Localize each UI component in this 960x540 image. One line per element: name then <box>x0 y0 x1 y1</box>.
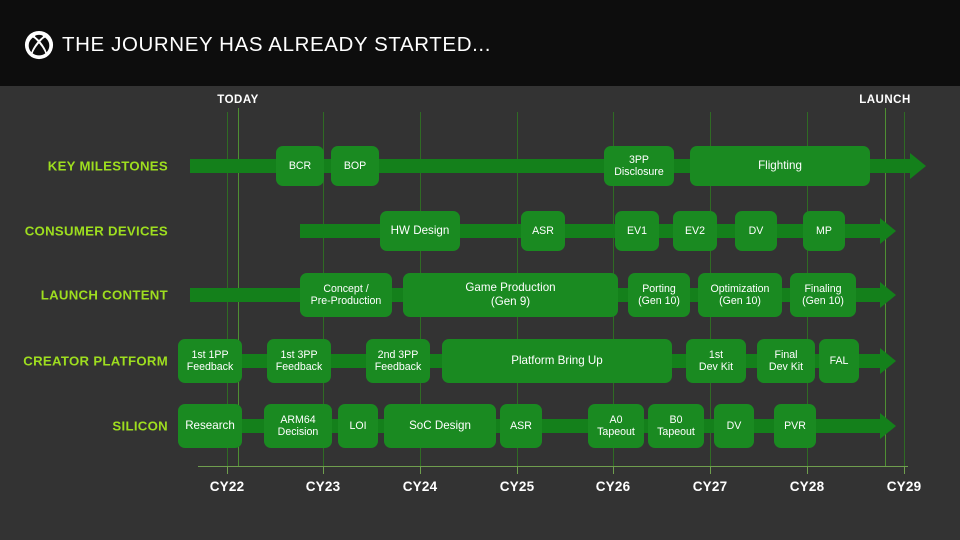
task-bop[interactable]: BOP <box>331 146 379 186</box>
task-ev1[interactable]: EV1 <box>615 211 659 251</box>
task-porting-gen10[interactable]: Porting (Gen 10) <box>628 273 690 317</box>
task-first-1pp-feedback[interactable]: 1st 1PP Feedback <box>178 339 242 383</box>
slide-root: THE JOURNEY HAS ALREADY STARTED... TODAY… <box>0 0 960 540</box>
task-ev2[interactable]: EV2 <box>673 211 717 251</box>
axis-tick-cy25 <box>517 466 518 474</box>
task-3pp-disclosure[interactable]: 3PP Disclosure <box>604 146 674 186</box>
axis-label-cy29: CY29 <box>886 479 922 494</box>
axis-tick-cy23 <box>323 466 324 474</box>
axis-label-cy24: CY24 <box>402 479 438 494</box>
row-label-launch-content: LAUNCH CONTENT <box>40 287 168 303</box>
task-concept-pre-production[interactable]: Concept / Pre-Production <box>300 273 392 317</box>
axis-label-cy25: CY25 <box>499 479 535 494</box>
arrow-head-key-milestones <box>910 153 926 179</box>
axis-tick-cy28 <box>807 466 808 474</box>
row-label-creator-platform: CREATOR PLATFORM <box>23 353 168 369</box>
marker-label-today: TODAY <box>217 94 259 106</box>
task-research[interactable]: Research <box>178 404 242 448</box>
task-final-dev-kit[interactable]: Final Dev Kit <box>757 339 815 383</box>
task-game-production-gen9[interactable]: Game Production (Gen 9) <box>403 273 618 317</box>
arrow-head-consumer-devices <box>880 218 896 244</box>
task-finaling-gen10[interactable]: Finaling (Gen 10) <box>790 273 856 317</box>
axis-tick-cy27 <box>710 466 711 474</box>
task-platform-bring-up[interactable]: Platform Bring Up <box>442 339 672 383</box>
axis-label-cy22: CY22 <box>209 479 245 494</box>
row-label-silicon: SILICON <box>112 418 168 434</box>
arrow-head-creator-platform <box>880 348 896 374</box>
task-dv-silicon[interactable]: DV <box>714 404 754 448</box>
row-label-key-milestones: KEY MILESTONES <box>47 158 168 174</box>
task-a0-tapeout[interactable]: A0 Tapeout <box>588 404 644 448</box>
task-hw-design[interactable]: HW Design <box>380 211 460 251</box>
task-pvr[interactable]: PVR <box>774 404 816 448</box>
task-second-3pp-feedback[interactable]: 2nd 3PP Feedback <box>366 339 430 383</box>
axis-baseline <box>198 466 908 467</box>
task-first-3pp-feedback[interactable]: 1st 3PP Feedback <box>267 339 331 383</box>
task-loi[interactable]: LOI <box>338 404 378 448</box>
task-dv-consumer[interactable]: DV <box>735 211 777 251</box>
task-fal[interactable]: FAL <box>819 339 859 383</box>
arrow-head-silicon <box>880 413 896 439</box>
task-soc-design[interactable]: SoC Design <box>384 404 496 448</box>
arrow-head-launch-content <box>880 282 896 308</box>
axis-label-cy26: CY26 <box>595 479 631 494</box>
axis-tick-cy22 <box>227 466 228 474</box>
axis-label-cy23: CY23 <box>305 479 341 494</box>
task-asr-silicon[interactable]: ASR <box>500 404 542 448</box>
timeline-panel: TODAY LAUNCH CY22 CY23 CY24 CY25 CY26 CY27 CY28 C… <box>0 86 960 540</box>
task-first-dev-kit[interactable]: 1st Dev Kit <box>686 339 746 383</box>
task-arm64-decision[interactable]: ARM64 Decision <box>264 404 332 448</box>
task-b0-tapeout[interactable]: B0 Tapeout <box>648 404 704 448</box>
marker-label-launch: LAUNCH <box>859 94 911 106</box>
axis-tick-cy24 <box>420 466 421 474</box>
task-mp[interactable]: MP <box>803 211 845 251</box>
task-optimization-gen10[interactable]: Optimization (Gen 10) <box>698 273 782 317</box>
row-label-consumer-devices: CONSUMER DEVICES <box>24 223 168 239</box>
page-title: THE JOURNEY HAS ALREADY STARTED... <box>62 33 491 56</box>
slide-header: THE JOURNEY HAS ALREADY STARTED... <box>0 0 960 86</box>
task-bcr[interactable]: BCR <box>276 146 324 186</box>
axis-label-cy28: CY28 <box>789 479 825 494</box>
axis-tick-cy26 <box>613 466 614 474</box>
axis-tick-cy29 <box>904 466 905 474</box>
task-asr-consumer[interactable]: ASR <box>521 211 565 251</box>
axis-label-cy27: CY27 <box>692 479 728 494</box>
xbox-logo-icon <box>24 30 54 60</box>
task-flighting[interactable]: Flighting <box>690 146 870 186</box>
